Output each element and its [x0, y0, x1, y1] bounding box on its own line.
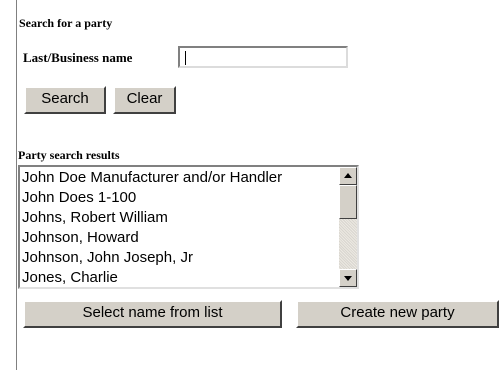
create-new-party-button[interactable]: Create new party — [296, 300, 499, 328]
clear-button[interactable]: Clear — [113, 86, 176, 114]
list-item[interactable]: Jones, Charlie — [22, 268, 340, 287]
arrow-down-icon — [344, 276, 352, 281]
vertical-scrollbar[interactable] — [339, 167, 357, 287]
scroll-up-button[interactable] — [339, 167, 357, 185]
list-item[interactable]: Johnson, John Joseph, Jr — [22, 248, 340, 268]
text-caret — [185, 51, 186, 65]
list-item[interactable]: Johns, Robert William — [22, 208, 340, 228]
scrollbar-thumb[interactable] — [339, 185, 357, 219]
list-item[interactable]: John Does 1-100 — [22, 188, 340, 208]
last-business-name-label: Last/Business name — [23, 50, 133, 65]
arrow-up-icon — [344, 173, 352, 178]
party-results-list: John Doe Manufacturer and/or Handler Joh… — [22, 168, 340, 287]
last-business-name-input[interactable] — [178, 46, 348, 68]
page-divider — [16, 0, 17, 370]
scroll-down-button[interactable] — [339, 269, 357, 287]
list-item[interactable]: John Doe Manufacturer and/or Handler — [22, 168, 340, 188]
search-button[interactable]: Search — [24, 86, 106, 114]
results-heading: Party search results — [18, 148, 120, 162]
select-name-from-list-button[interactable]: Select name from list — [23, 300, 282, 328]
search-heading: Search for a party — [19, 16, 113, 30]
list-item[interactable]: Johnson, Howard — [22, 228, 340, 248]
party-results-listbox[interactable]: John Doe Manufacturer and/or Handler Joh… — [18, 165, 359, 289]
